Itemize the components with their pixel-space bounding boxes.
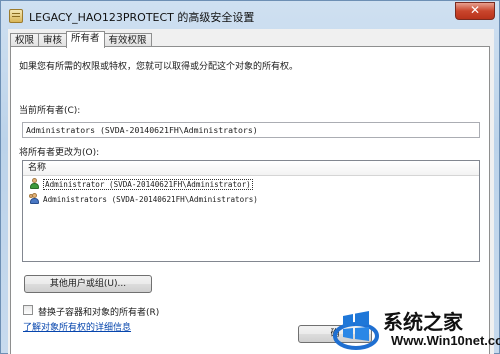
window-title: LEGACY_HAO123PROTECT 的高级安全设置 <box>29 11 255 24</box>
close-button[interactable]: ✕ <box>455 2 495 20</box>
replace-owner-label[interactable]: 替换子容器和对象的所有者(R) <box>38 305 159 318</box>
ownership-help-link[interactable]: 了解对象所有权的详细信息 <box>23 320 131 333</box>
other-users-or-groups-button[interactable]: 其他用户或组(U)... <box>24 275 152 293</box>
list-item[interactable]: Administrator (SVDA-20140621FH\Administr… <box>23 177 479 191</box>
list-item[interactable]: Administrators (SVDA-20140621FH\Administ… <box>23 192 479 206</box>
owner-description: 如果您有所需的权限或特权，您就可以取得或分配这个对象的所有权。 <box>19 62 299 72</box>
change-owner-label: 将所有者更改为(O): <box>19 148 100 158</box>
group-icon <box>29 193 40 205</box>
list-item-label: Administrator (SVDA-20140621FH\Administr… <box>43 178 253 190</box>
watermark-title: 系统之家 <box>383 310 463 334</box>
title-bar[interactable]: LEGACY_HAO123PROTECT 的高级安全设置 ✕ <box>1 1 500 31</box>
watermark-logo-icon <box>333 311 379 350</box>
current-owner-field[interactable]: Administrators (SVDA-20140621FH\Administ… <box>22 122 480 138</box>
security-settings-window: LEGACY_HAO123PROTECT 的高级安全设置 ✕ 权限 审核 所有者… <box>0 0 500 354</box>
list-item-label: Administrators (SVDA-20140621FH\Administ… <box>43 194 258 204</box>
replace-owner-checkbox[interactable] <box>23 305 33 315</box>
watermark-url: Www.Win10net.com <box>391 333 500 348</box>
tab-strip: 权限 审核 所有者 有效权限 <box>10 31 152 48</box>
list-header-name[interactable]: 名称 <box>23 161 479 176</box>
folder-icon <box>9 9 23 23</box>
site-watermark: 系统之家 Www.Win10net.com <box>333 302 500 354</box>
owner-candidates-list[interactable]: 名称 Administrator (SVDA-20140621FH\Admini… <box>22 160 480 262</box>
current-owner-label: 当前所有者(C): <box>19 106 81 116</box>
user-icon <box>29 178 40 190</box>
tab-owner[interactable]: 所有者 <box>66 31 105 48</box>
